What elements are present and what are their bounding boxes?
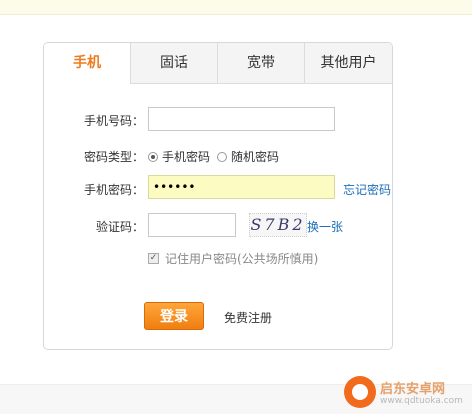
remember-password-label: 记住用户密码(公共场所慎用) bbox=[165, 252, 319, 266]
captcha-label: 验证码： bbox=[95, 220, 144, 234]
login-panel: 手机 固话 宽带 其他用户 手机号码： 密码类型： 手机密码 随机密码 手机密码… bbox=[43, 42, 393, 350]
watermark-text: 启东安卓网 bbox=[380, 382, 446, 397]
watermark-logo-icon bbox=[344, 376, 376, 408]
tab-other-users[interactable]: 其他用户 bbox=[305, 43, 392, 83]
password-input[interactable] bbox=[148, 175, 335, 199]
tab-broadband[interactable]: 宽带 bbox=[218, 43, 305, 83]
watermark-url: www.qdtuoka.com bbox=[380, 396, 463, 406]
watermark: 启东安卓网 www.qdtuoka.com bbox=[344, 376, 472, 413]
captcha-image[interactable]: S7B2 bbox=[249, 213, 307, 237]
forgot-password-link[interactable]: 忘记密码 bbox=[343, 181, 391, 198]
password-label: 手机密码： bbox=[83, 183, 144, 197]
free-register-link[interactable]: 免费注册 bbox=[224, 309, 272, 326]
login-button[interactable]: 登录 bbox=[144, 302, 204, 330]
login-tabs: 手机 固话 宽带 其他用户 bbox=[44, 43, 392, 84]
radio-mobile-password[interactable]: 手机密码 bbox=[148, 148, 210, 165]
captcha-input[interactable] bbox=[148, 213, 236, 237]
top-banner-strip bbox=[0, 0, 472, 15]
phone-number-label: 手机号码： bbox=[83, 114, 144, 128]
phone-number-input[interactable] bbox=[148, 107, 335, 131]
radio-mobile-password-label: 手机密码 bbox=[162, 150, 211, 164]
radio-selected-icon bbox=[148, 151, 158, 162]
checkbox-checked-icon: ✓ bbox=[148, 253, 159, 264]
remember-password-checkbox[interactable]: ✓ 记住用户密码(公共场所慎用) bbox=[148, 250, 318, 267]
refresh-captcha-link[interactable]: 换一张 bbox=[307, 218, 343, 235]
tab-mobile[interactable]: 手机 bbox=[44, 43, 131, 84]
radio-random-password-label: 随机密码 bbox=[231, 150, 280, 164]
tab-landline[interactable]: 固话 bbox=[131, 43, 218, 83]
radio-random-password[interactable]: 随机密码 bbox=[217, 148, 279, 165]
radio-unselected-icon bbox=[217, 151, 227, 162]
password-type-label: 密码类型： bbox=[83, 150, 144, 164]
